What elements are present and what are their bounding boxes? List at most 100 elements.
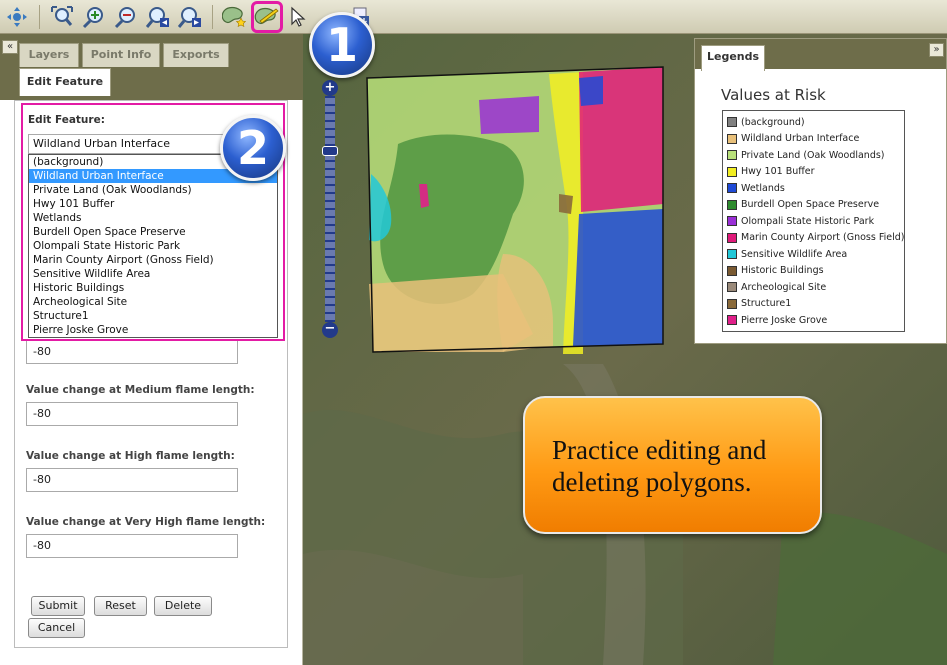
cancel-button[interactable]: Cancel xyxy=(28,618,85,638)
zoom-next-button[interactable] xyxy=(177,4,203,30)
edit-feature-option[interactable]: Wetlands xyxy=(29,211,277,225)
legend-swatch xyxy=(727,133,737,144)
legend-swatch xyxy=(727,183,737,194)
legend-item: Wildland Urban Interface xyxy=(727,131,904,148)
medium-flame-value-field[interactable]: -80 xyxy=(26,402,238,426)
legend-swatch xyxy=(727,216,737,227)
edit-feature-option[interactable]: Burdell Open Space Preserve xyxy=(29,225,277,239)
very-high-flame-label: Value change at Very High flame length: xyxy=(26,516,266,528)
legend-item: Structure1 xyxy=(727,296,904,313)
legend-item-label: Archeological Site xyxy=(741,281,827,293)
edit-feature-option[interactable]: Sensitive Wildlife Area xyxy=(29,267,277,281)
step-1-badge: 1 xyxy=(309,12,375,78)
collapse-legend-button[interactable]: » xyxy=(929,43,944,57)
edit-feature-option[interactable]: Hwy 101 Buffer xyxy=(29,197,277,211)
legend-swatch xyxy=(727,199,737,210)
legend-item-label: Burdell Open Space Preserve xyxy=(741,199,880,211)
zoom-out-icon xyxy=(114,6,135,28)
legend-item-label: Marin County Airport (Gnoss Field) xyxy=(741,232,905,244)
zoom-next-icon xyxy=(178,6,201,28)
legend-list: (background) Wildland Urban Interface Priv… xyxy=(722,110,905,332)
edit-feature-option[interactable]: Marin County Airport (Gnoss Field) xyxy=(29,253,277,267)
legend-item: Burdell Open Space Preserve xyxy=(727,197,904,214)
legend-item: Archeological Site xyxy=(727,279,904,296)
edit-feature-option[interactable]: Archeological Site xyxy=(29,295,277,309)
legend-item: Pierre Joske Grove xyxy=(727,312,904,329)
zoom-full-extent-button[interactable] xyxy=(49,4,75,30)
legend-item-label: Sensitive Wildlife Area xyxy=(741,248,848,260)
edit-feature-option[interactable]: Pierre Joske Grove xyxy=(29,323,277,337)
collapse-left-panel-button[interactable]: « xyxy=(2,40,18,54)
legend-item-label: Historic Buildings xyxy=(741,265,824,277)
toolbar-divider xyxy=(39,4,40,29)
edit-feature-options-list[interactable]: (background) Wildland Urban Interface Priv… xyxy=(28,154,278,338)
edit-polygon-button[interactable] xyxy=(251,0,283,33)
legend-item: Wetlands xyxy=(727,180,904,197)
zoom-previous-icon xyxy=(146,6,169,28)
map-toolbar xyxy=(0,0,947,34)
tab-legends[interactable]: Legends xyxy=(701,45,765,71)
legend-item: Private Land (Oak Woodlands) xyxy=(727,147,904,164)
legend-swatch xyxy=(727,298,737,309)
zoom-slider-track[interactable] xyxy=(325,96,335,322)
edit-feature-option[interactable]: Olompali State Historic Park xyxy=(29,239,277,253)
high-flame-value-field[interactable]: -80 xyxy=(26,468,238,492)
legend-item-label: Pierre Joske Grove xyxy=(741,314,828,326)
legend-panel: Legends » Values at Risk (background) Wil… xyxy=(694,38,947,344)
zoom-slider[interactable]: + − xyxy=(322,80,338,338)
values-at-risk-overlay xyxy=(366,66,664,354)
step-2-badge: 2 xyxy=(220,115,286,181)
submit-button[interactable]: Submit xyxy=(31,596,85,616)
legend-item-label: Wetlands xyxy=(741,182,785,194)
zoom-out-icon[interactable]: − xyxy=(322,322,338,338)
tab-exports[interactable]: Exports xyxy=(163,43,229,67)
tab-edit-feature[interactable]: Edit Feature xyxy=(19,68,111,96)
add-polygon-button[interactable] xyxy=(222,4,248,30)
legend-item: Marin County Airport (Gnoss Field) xyxy=(727,230,904,247)
very-high-flame-value-field[interactable]: -80 xyxy=(26,534,238,558)
tab-layers[interactable]: Layers xyxy=(19,43,79,67)
legend-swatch xyxy=(727,282,737,293)
edit-polygon-icon xyxy=(254,7,279,24)
legend-swatch xyxy=(727,265,737,276)
legend-item-label: Private Land (Oak Woodlands) xyxy=(741,149,885,161)
legend-item-label: (background) xyxy=(741,116,805,128)
edit-feature-option[interactable]: Structure1 xyxy=(29,309,277,323)
delete-button[interactable]: Delete xyxy=(154,596,212,616)
legend-item: (background) xyxy=(727,114,904,131)
zoom-slider-handle[interactable] xyxy=(322,146,338,156)
legend-swatch xyxy=(727,232,737,243)
low-flame-value-field[interactable]: -80 xyxy=(26,340,238,364)
legend-item-label: Hwy 101 Buffer xyxy=(741,166,815,178)
legend-item-label: Wildland Urban Interface xyxy=(741,133,860,145)
edit-feature-title: Edit Feature: xyxy=(28,114,105,126)
edit-feature-option[interactable]: Historic Buildings xyxy=(29,281,277,295)
callout-line-2: deleting polygons. xyxy=(552,467,752,497)
select-arrow-icon xyxy=(291,6,306,27)
edit-feature-option[interactable]: Private Land (Oak Woodlands) xyxy=(29,183,277,197)
legend-item-label: Structure1 xyxy=(741,298,792,310)
zoom-full-extent-icon xyxy=(51,5,73,26)
pan-icon xyxy=(7,6,27,27)
select-arrow-button[interactable] xyxy=(286,4,312,30)
zoom-in-icon[interactable]: + xyxy=(322,80,338,96)
pan-tool-button[interactable] xyxy=(4,4,30,30)
legend-swatch xyxy=(727,166,737,177)
legend-item-label: Olompali State Historic Park xyxy=(741,215,875,227)
legend-swatch xyxy=(727,150,737,161)
callout-line-1: Practice editing and xyxy=(552,435,767,465)
zoom-previous-button[interactable] xyxy=(145,4,171,30)
legend-item: Olompali State Historic Park xyxy=(727,213,904,230)
zoom-out-button[interactable] xyxy=(113,4,139,30)
toolbar-divider xyxy=(212,4,213,29)
legend-item: Historic Buildings xyxy=(727,263,904,280)
legend-swatch xyxy=(727,315,737,326)
zoom-in-icon xyxy=(82,6,103,28)
reset-button[interactable]: Reset xyxy=(94,596,147,616)
legend-swatch xyxy=(727,117,737,128)
legend-item: Hwy 101 Buffer xyxy=(727,164,904,181)
add-polygon-icon xyxy=(222,6,247,27)
legend-title: Values at Risk xyxy=(721,86,826,104)
tab-point-info[interactable]: Point Info xyxy=(82,43,160,67)
zoom-in-button[interactable] xyxy=(81,4,107,30)
